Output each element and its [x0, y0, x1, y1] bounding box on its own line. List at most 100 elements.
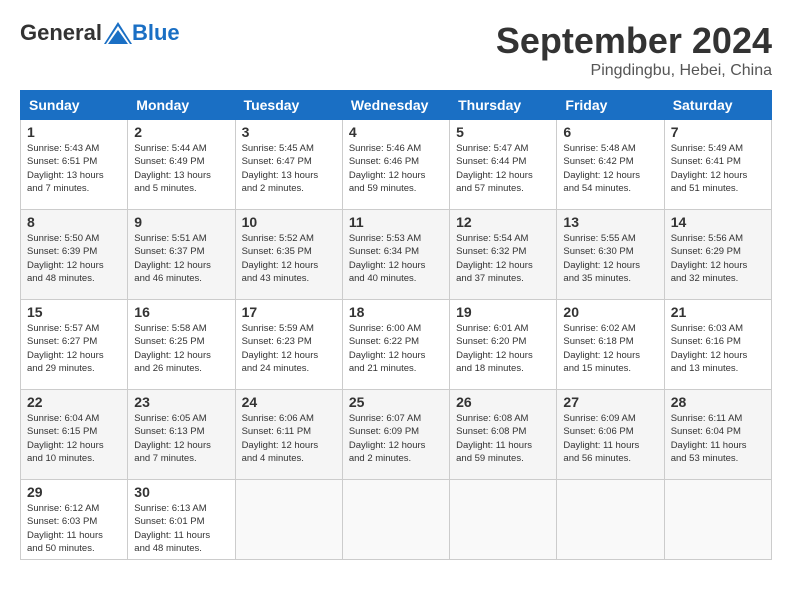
day-info: Sunrise: 5:44 AM Sunset: 6:49 PM Dayligh…: [134, 142, 228, 195]
day-number: 11: [349, 214, 443, 230]
day-number: 25: [349, 394, 443, 410]
day-number: 16: [134, 304, 228, 320]
day-number: 6: [563, 124, 657, 140]
day-number: 13: [563, 214, 657, 230]
day-info: Sunrise: 5:48 AM Sunset: 6:42 PM Dayligh…: [563, 142, 657, 195]
day-number: 18: [349, 304, 443, 320]
day-info: Sunrise: 5:54 AM Sunset: 6:32 PM Dayligh…: [456, 232, 550, 285]
day-info: Sunrise: 6:13 AM Sunset: 6:01 PM Dayligh…: [134, 502, 228, 555]
day-number: 1: [27, 124, 121, 140]
calendar-cell: 9 Sunrise: 5:51 AM Sunset: 6:37 PM Daylig…: [128, 210, 235, 300]
calendar-cell: 15 Sunrise: 5:57 AM Sunset: 6:27 PM Dayli…: [21, 300, 128, 390]
day-number: 9: [134, 214, 228, 230]
day-info: Sunrise: 5:58 AM Sunset: 6:25 PM Dayligh…: [134, 322, 228, 375]
calendar-cell: 3 Sunrise: 5:45 AM Sunset: 6:47 PM Daylig…: [235, 120, 342, 210]
day-info: Sunrise: 5:55 AM Sunset: 6:30 PM Dayligh…: [563, 232, 657, 285]
calendar-cell: [235, 480, 342, 560]
calendar-cell: 23 Sunrise: 6:05 AM Sunset: 6:13 PM Dayli…: [128, 390, 235, 480]
weekday-header-tuesday: Tuesday: [235, 91, 342, 120]
calendar-cell: 25 Sunrise: 6:07 AM Sunset: 6:09 PM Dayli…: [342, 390, 449, 480]
day-info: Sunrise: 5:43 AM Sunset: 6:51 PM Dayligh…: [27, 142, 121, 195]
day-number: 28: [671, 394, 765, 410]
weekday-header-saturday: Saturday: [664, 91, 771, 120]
day-number: 2: [134, 124, 228, 140]
day-number: 3: [242, 124, 336, 140]
day-number: 29: [27, 484, 121, 500]
calendar-cell: 4 Sunrise: 5:46 AM Sunset: 6:46 PM Daylig…: [342, 120, 449, 210]
day-info: Sunrise: 5:52 AM Sunset: 6:35 PM Dayligh…: [242, 232, 336, 285]
logo-icon: [104, 22, 132, 44]
calendar-cell: 14 Sunrise: 5:56 AM Sunset: 6:29 PM Dayli…: [664, 210, 771, 300]
day-info: Sunrise: 5:49 AM Sunset: 6:41 PM Dayligh…: [671, 142, 765, 195]
day-info: Sunrise: 5:45 AM Sunset: 6:47 PM Dayligh…: [242, 142, 336, 195]
day-number: 17: [242, 304, 336, 320]
calendar-cell: 28Sunrise: 6:11 AM Sunset: 6:04 PM Dayli…: [664, 390, 771, 480]
day-number: 8: [27, 214, 121, 230]
month-title: September 2024: [496, 20, 772, 62]
calendar-cell: [557, 480, 664, 560]
day-number: 19: [456, 304, 550, 320]
calendar-cell: 6 Sunrise: 5:48 AM Sunset: 6:42 PM Daylig…: [557, 120, 664, 210]
page-header: General Blue September 2024 Pingdingbu, …: [20, 20, 772, 80]
logo-general-text: General: [20, 20, 102, 46]
calendar-cell: 13 Sunrise: 5:55 AM Sunset: 6:30 PM Dayli…: [557, 210, 664, 300]
day-info: Sunrise: 6:07 AM Sunset: 6:09 PM Dayligh…: [349, 412, 443, 465]
day-info: Sunrise: 6:01 AM Sunset: 6:20 PM Dayligh…: [456, 322, 550, 375]
day-info: Sunrise: 6:09 AM Sunset: 6:06 PM Dayligh…: [563, 412, 657, 465]
calendar-cell: 22Sunrise: 6:04 AM Sunset: 6:15 PM Dayli…: [21, 390, 128, 480]
day-number: 24: [242, 394, 336, 410]
calendar-cell: 11 Sunrise: 5:53 AM Sunset: 6:34 PM Dayli…: [342, 210, 449, 300]
calendar-cell: 16 Sunrise: 5:58 AM Sunset: 6:25 PM Dayli…: [128, 300, 235, 390]
calendar-cell: 12 Sunrise: 5:54 AM Sunset: 6:32 PM Dayli…: [450, 210, 557, 300]
calendar-cell: 7 Sunrise: 5:49 AM Sunset: 6:41 PM Daylig…: [664, 120, 771, 210]
day-number: 27: [563, 394, 657, 410]
day-info: Sunrise: 5:46 AM Sunset: 6:46 PM Dayligh…: [349, 142, 443, 195]
day-number: 21: [671, 304, 765, 320]
day-info: Sunrise: 5:47 AM Sunset: 6:44 PM Dayligh…: [456, 142, 550, 195]
day-info: Sunrise: 6:02 AM Sunset: 6:18 PM Dayligh…: [563, 322, 657, 375]
calendar-cell: 24Sunrise: 6:06 AM Sunset: 6:11 PM Dayli…: [235, 390, 342, 480]
logo: General Blue: [20, 20, 180, 46]
day-info: Sunrise: 6:12 AM Sunset: 6:03 PM Dayligh…: [27, 502, 121, 555]
calendar-cell: 29 Sunrise: 6:12 AM Sunset: 6:03 PM Dayli…: [21, 480, 128, 560]
day-info: Sunrise: 5:56 AM Sunset: 6:29 PM Dayligh…: [671, 232, 765, 285]
day-number: 12: [456, 214, 550, 230]
day-number: 7: [671, 124, 765, 140]
calendar-cell: 26Sunrise: 6:08 AM Sunset: 6:08 PM Dayli…: [450, 390, 557, 480]
calendar-cell: 19 Sunrise: 6:01 AM Sunset: 6:20 PM Dayli…: [450, 300, 557, 390]
day-info: Sunrise: 5:53 AM Sunset: 6:34 PM Dayligh…: [349, 232, 443, 285]
weekday-header-sunday: Sunday: [21, 91, 128, 120]
calendar-table: SundayMondayTuesdayWednesdayThursdayFrid…: [20, 90, 772, 560]
day-number: 15: [27, 304, 121, 320]
calendar-cell: 20 Sunrise: 6:02 AM Sunset: 6:18 PM Dayli…: [557, 300, 664, 390]
calendar-cell: 10 Sunrise: 5:52 AM Sunset: 6:35 PM Dayli…: [235, 210, 342, 300]
weekday-header-wednesday: Wednesday: [342, 91, 449, 120]
calendar-cell: [450, 480, 557, 560]
calendar-cell: 18Sunrise: 6:00 AM Sunset: 6:22 PM Dayli…: [342, 300, 449, 390]
calendar-cell: [664, 480, 771, 560]
calendar-cell: 5 Sunrise: 5:47 AM Sunset: 6:44 PM Daylig…: [450, 120, 557, 210]
location-text: Pingdingbu, Hebei, China: [496, 62, 772, 80]
day-info: Sunrise: 5:50 AM Sunset: 6:39 PM Dayligh…: [27, 232, 121, 285]
day-info: Sunrise: 5:59 AM Sunset: 6:23 PM Dayligh…: [242, 322, 336, 375]
calendar-cell: 27 Sunrise: 6:09 AM Sunset: 6:06 PM Dayli…: [557, 390, 664, 480]
calendar-cell: [342, 480, 449, 560]
day-info: Sunrise: 6:03 AM Sunset: 6:16 PM Dayligh…: [671, 322, 765, 375]
day-info: Sunrise: 5:51 AM Sunset: 6:37 PM Dayligh…: [134, 232, 228, 285]
day-number: 23: [134, 394, 228, 410]
calendar-cell: 8 Sunrise: 5:50 AM Sunset: 6:39 PM Daylig…: [21, 210, 128, 300]
day-info: Sunrise: 5:57 AM Sunset: 6:27 PM Dayligh…: [27, 322, 121, 375]
day-info: Sunrise: 6:05 AM Sunset: 6:13 PM Dayligh…: [134, 412, 228, 465]
day-info: Sunrise: 6:08 AM Sunset: 6:08 PM Dayligh…: [456, 412, 550, 465]
calendar-cell: 17 Sunrise: 5:59 AM Sunset: 6:23 PM Dayli…: [235, 300, 342, 390]
day-number: 22: [27, 394, 121, 410]
logo-blue-text: Blue: [132, 20, 180, 46]
day-number: 4: [349, 124, 443, 140]
day-number: 5: [456, 124, 550, 140]
weekday-header-monday: Monday: [128, 91, 235, 120]
day-number: 10: [242, 214, 336, 230]
title-block: September 2024 Pingdingbu, Hebei, China: [496, 20, 772, 80]
day-number: 20: [563, 304, 657, 320]
day-number: 14: [671, 214, 765, 230]
day-number: 30: [134, 484, 228, 500]
